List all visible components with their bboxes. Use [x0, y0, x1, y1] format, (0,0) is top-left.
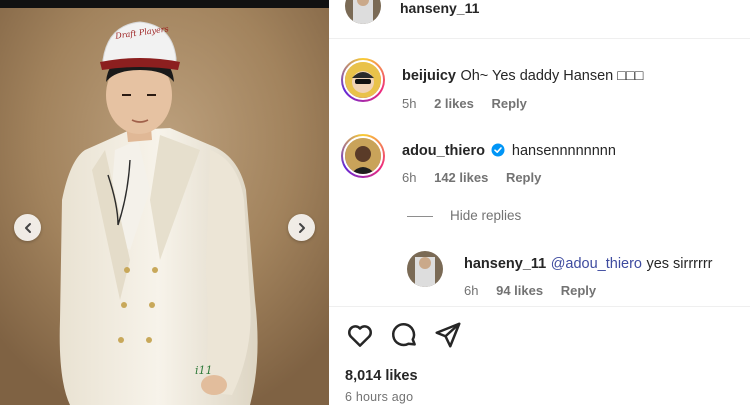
reply-mention[interactable]: @adou_thiero [551, 256, 642, 272]
comment-body: adou_thiero hansennnnnnnn [402, 142, 616, 160]
verified-badge-icon [491, 143, 505, 157]
reply-button[interactable]: Reply [561, 283, 596, 298]
hide-replies-line [407, 215, 433, 217]
comment-text: hansennnnnnnn [511, 143, 616, 159]
media-top-bar [0, 0, 329, 8]
reply-meta: 6h 94 likes Reply [464, 283, 610, 298]
comment-meta: 6h 142 likes Reply [402, 170, 555, 185]
share-icon[interactable] [433, 320, 463, 350]
comments-panel: hanseny_11 beijuicy Oh~ Yes daddy Hansen… [329, 0, 750, 405]
avatar[interactable] [341, 134, 385, 178]
jacket-text: i11 [195, 364, 213, 377]
comment-body: beijuicy Oh~ Yes daddy Hansen □□□ [402, 67, 644, 85]
heart-icon[interactable] [345, 320, 375, 350]
comment-text: Oh~ Yes daddy Hansen □□□ [460, 68, 644, 84]
avatar[interactable] [341, 58, 385, 102]
owner-avatar[interactable] [345, 0, 381, 24]
reply-time[interactable]: 6h [464, 283, 478, 298]
avatar-image [345, 138, 381, 174]
header-divider [329, 38, 750, 39]
avatar-image [345, 62, 381, 98]
reply-likes[interactable]: 94 likes [496, 283, 543, 298]
comment-time[interactable]: 6h [402, 170, 416, 185]
avatar[interactable] [407, 251, 443, 287]
actions-divider [329, 306, 750, 307]
avatar-image [345, 0, 381, 24]
reply-text: yes sirrrrrr [646, 256, 713, 272]
chevron-left-icon [24, 222, 31, 233]
reply-button[interactable]: Reply [491, 96, 526, 111]
post-photo [0, 0, 329, 405]
comment-username[interactable]: beijuicy [402, 68, 456, 84]
post-media[interactable]: Draft Players i11 [0, 0, 329, 405]
post-timestamp[interactable]: 6 hours ago [345, 390, 413, 404]
chevron-right-icon [298, 222, 305, 233]
reply-username[interactable]: hanseny_11 [464, 256, 546, 272]
carousel-prev-button[interactable] [14, 214, 41, 241]
comment-username[interactable]: adou_thiero [402, 143, 485, 159]
comment-time[interactable]: 5h [402, 96, 416, 111]
avatar-image [407, 251, 443, 287]
carousel-next-button[interactable] [288, 214, 315, 241]
comment-meta: 5h 2 likes Reply [402, 96, 541, 111]
comment-icon[interactable] [389, 320, 419, 350]
hide-replies-button[interactable]: Hide replies [407, 208, 521, 223]
post-likes-count[interactable]: 8,014 likes [345, 368, 418, 384]
reply-button[interactable]: Reply [506, 170, 541, 185]
reply-body: hanseny_11 @adou_thiero yes sirrrrrr [464, 255, 713, 273]
hide-replies-label: Hide replies [450, 208, 522, 223]
comment-likes[interactable]: 2 likes [434, 96, 474, 111]
owner-username[interactable]: hanseny_11 [400, 0, 479, 16]
comment-likes[interactable]: 142 likes [434, 170, 488, 185]
